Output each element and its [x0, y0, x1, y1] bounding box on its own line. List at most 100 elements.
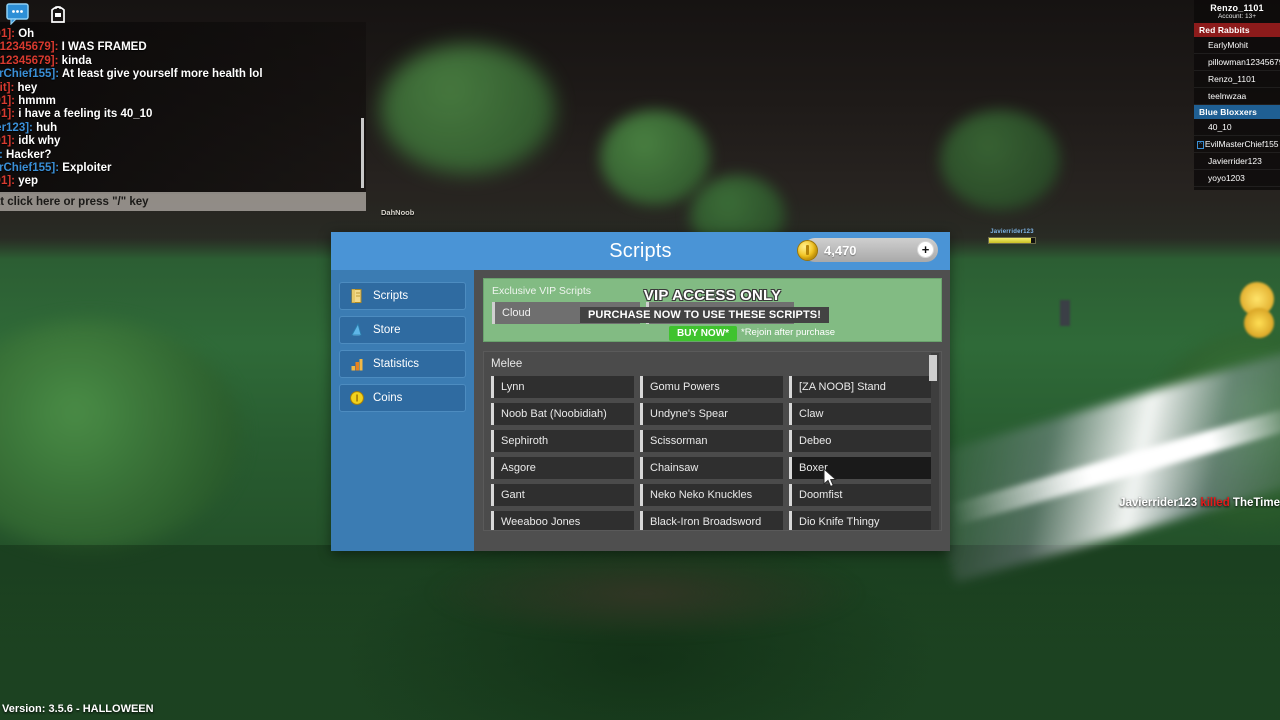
- player-list-row[interactable]: teelnwzaa: [1194, 88, 1280, 105]
- script-item[interactable]: Black-Iron Broadsword: [640, 511, 783, 530]
- script-item[interactable]: Sephiroth: [491, 430, 634, 452]
- buy-now-button[interactable]: BUY NOW*: [669, 326, 738, 341]
- player-list-row[interactable]: Renzo_1101: [1194, 71, 1280, 88]
- script-item[interactable]: Dio Knife Thingy: [789, 511, 932, 530]
- wizard-hat-icon: [351, 322, 362, 336]
- chat-message-author: man12345679]:: [0, 54, 59, 67]
- vip-overlay-subtitle: PURCHASE NOW TO USE THESE SCRIPTS!: [580, 307, 829, 323]
- bush-foliage: [0, 320, 240, 550]
- kill-feed-victim: TheTime: [1232, 497, 1280, 509]
- script-item[interactable]: Debeo: [789, 430, 932, 452]
- tree-foliage: [380, 44, 555, 174]
- chat-message-text: hmmm: [18, 95, 56, 108]
- scripts-dialog: Scripts 4,470 + Scripts Store Statistics…: [331, 232, 950, 551]
- player-nametag-right: Javierrider123: [988, 229, 1036, 244]
- player-nametag-right-label: Javierrider123: [990, 229, 1034, 235]
- script-item[interactable]: Chainsaw: [640, 457, 783, 479]
- dialog-body: Scripts Store Statistics Coins Exclusive…: [331, 270, 950, 551]
- script-item[interactable]: Noob Bat (Noobidiah): [491, 403, 634, 425]
- dialog-sidebar: Scripts Store Statistics Coins: [331, 270, 474, 551]
- melee-section: Melee Lynn Gomu Powers [ZA NOOB] Stand Noob…: [483, 351, 942, 531]
- health-bar-fill: [989, 238, 1032, 243]
- sidebar-item-scripts[interactable]: Scripts: [339, 282, 466, 310]
- coin-counter: 4,470 +: [797, 238, 938, 262]
- vip-rejoin-note: *Rejoin after purchase: [741, 327, 835, 338]
- chat-message-text: hey: [17, 81, 38, 94]
- script-item[interactable]: Asgore: [491, 457, 634, 479]
- sidebar-item-store-label: Store: [373, 324, 401, 336]
- backpack-icon[interactable]: [46, 3, 70, 25]
- sidebar-item-coins[interactable]: Coins: [339, 384, 466, 412]
- player-name: Renzo_1101: [1208, 74, 1256, 84]
- player-list-row[interactable]: pillowman12345679: [1194, 54, 1280, 71]
- chat-message: _1101]: i have a feeling its 40_10: [0, 108, 358, 121]
- tree-foliage: [600, 110, 710, 205]
- tree-foliage: [940, 110, 1060, 210]
- script-item[interactable]: [ZA NOOB] Stand: [789, 376, 932, 398]
- chat-input-placeholder: To chat click here or press "/" key: [0, 195, 149, 208]
- chat-input[interactable]: To chat click here or press "/" key: [0, 192, 366, 211]
- script-item[interactable]: Doomfist: [789, 484, 932, 506]
- script-item[interactable]: Claw: [789, 403, 932, 425]
- chat-message: man12345679]: I WAS FRAMED: [0, 41, 358, 54]
- sidebar-item-store[interactable]: Store: [339, 316, 466, 344]
- account-age: Account: 13+: [1217, 13, 1257, 20]
- chat-message-text: kinda: [61, 54, 92, 67]
- chat-message: _1101]: idk why: [0, 135, 358, 148]
- dialog-content: Exclusive VIP Scripts Cloud VIP ACCESS O…: [474, 270, 950, 551]
- game-screen: DahNoob Javierrider123 _1101]: Ohman1234…: [0, 0, 1280, 720]
- player-name: teelnwzaa: [1208, 91, 1247, 101]
- team-header: Red Rabbits: [1194, 23, 1280, 37]
- script-item[interactable]: Lynn: [491, 376, 634, 398]
- melee-scrollbar[interactable]: [929, 353, 939, 530]
- dialog-header: Scripts 4,470 +: [331, 232, 950, 270]
- chat-message-text: huh: [36, 121, 58, 134]
- player-list: Renzo_1101 Account: 13+ Red Rabbits Early…: [1194, 0, 1280, 190]
- player-list-row[interactable]: EarlyMohit: [1194, 37, 1280, 54]
- chat-message-author: _1101]:: [0, 135, 16, 148]
- ground-shadow: [0, 545, 1280, 720]
- script-item[interactable]: Gomu Powers: [640, 376, 783, 398]
- dialog-title: Scripts: [609, 239, 672, 262]
- chat-message-author: Mohit]:: [0, 81, 15, 94]
- script-item[interactable]: Weeaboo Jones: [491, 511, 634, 530]
- chat-message-author: _1101]:: [0, 175, 16, 188]
- chat-message-author: _1101]:: [0, 108, 16, 121]
- sidebar-item-statistics[interactable]: Statistics: [339, 350, 466, 378]
- chat-scrollbar[interactable]: [361, 118, 364, 188]
- version-label: Version: 3.5.6 - HALLOWEEN: [2, 703, 154, 715]
- chat-message: asterChief155]: At least give yourself m…: [0, 68, 358, 81]
- script-item[interactable]: Boxer: [789, 457, 932, 479]
- chat-bubble-icon[interactable]: [6, 3, 30, 25]
- player-list-row[interactable]: Javierrider123: [1194, 153, 1280, 170]
- sidebar-item-coins-label: Coins: [373, 392, 403, 404]
- team-sections: Red Rabbits EarlyMohit pillowman12345679 Re…: [1194, 23, 1280, 187]
- chat-message-text: idk why: [18, 135, 61, 148]
- player-list-row[interactable]: yoyo1203: [1194, 170, 1280, 187]
- health-bar: [988, 237, 1036, 244]
- sidebar-item-scripts-label: Scripts: [373, 290, 409, 302]
- scroll-icon: [351, 289, 362, 303]
- coin-amount: 4,470: [824, 242, 857, 258]
- add-coins-button[interactable]: +: [917, 241, 934, 258]
- chat-message: Mohit]: hey: [0, 82, 358, 95]
- player-name: pillowman12345679: [1208, 57, 1280, 67]
- player-name: 40_10: [1208, 122, 1232, 132]
- chat-message-author: man12345679]:: [0, 41, 59, 54]
- player-list-row[interactable]: ^ EvilMasterChief155: [1194, 136, 1280, 153]
- account-name: Renzo_1101: [1210, 3, 1264, 13]
- kill-feed: Javierrider123 killed TheTime: [1119, 497, 1280, 509]
- chat-panel: _1101]: Ohman12345679]: I WAS FRAMEDman1…: [0, 22, 366, 194]
- chat-message-text: i have a feeling its 40_10: [18, 108, 153, 121]
- melee-scrollbar-thumb[interactable]: [929, 355, 937, 381]
- script-item[interactable]: Undyne's Spear: [640, 403, 783, 425]
- script-item[interactable]: Neko Neko Knuckles: [640, 484, 783, 506]
- player-name: EvilMasterChief155: [1204, 139, 1279, 149]
- melee-section-title: Melee: [491, 358, 523, 370]
- chat-message-author: rrider123]:: [0, 121, 33, 134]
- chat-message: _1101]: yep: [0, 175, 358, 188]
- script-item[interactable]: Scissorman: [640, 430, 783, 452]
- vip-banner: Exclusive VIP Scripts Cloud VIP ACCESS O…: [483, 278, 942, 342]
- player-list-row[interactable]: 40_10: [1194, 119, 1280, 136]
- script-item[interactable]: Gant: [491, 484, 634, 506]
